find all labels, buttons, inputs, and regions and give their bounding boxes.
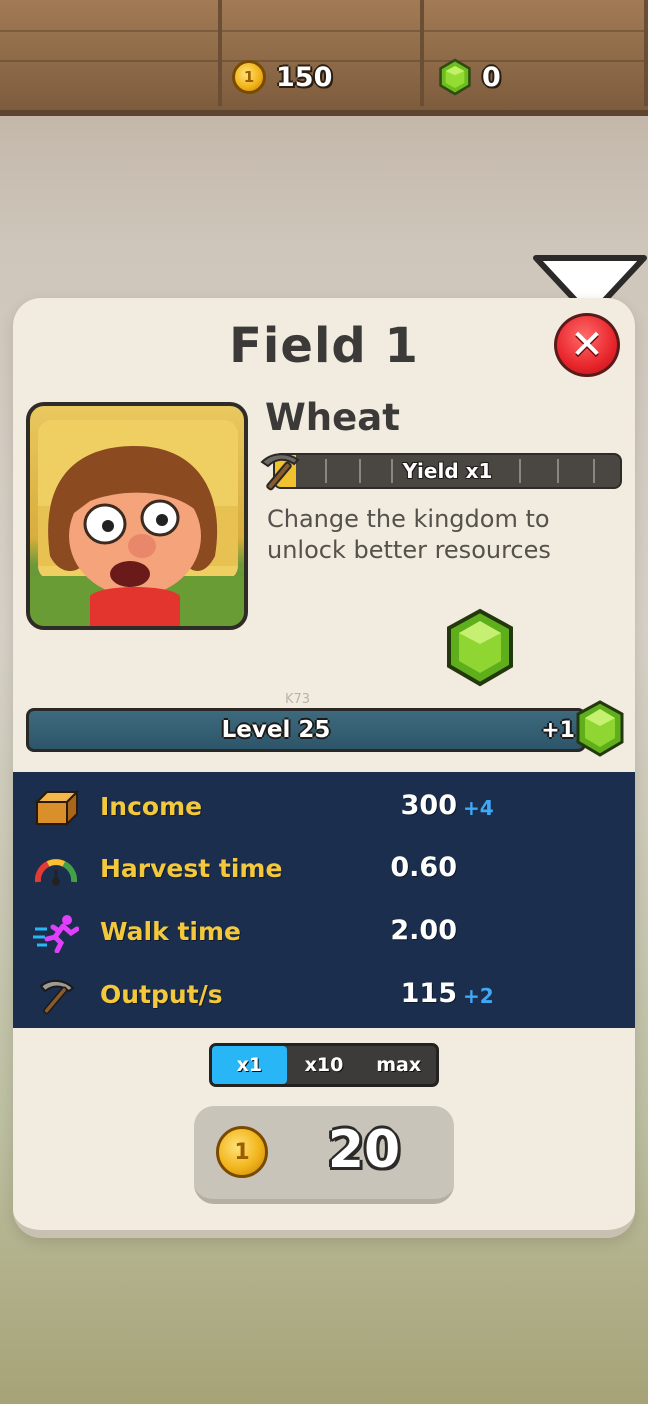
stat-bonus: +4: [463, 796, 494, 820]
pickaxe-icon: [260, 453, 300, 491]
yield-progress-bar: Yield x1: [273, 453, 622, 489]
description-line: unlock better resources: [267, 536, 551, 564]
wood-plank: [0, 0, 222, 106]
level-gem-bonus: +1: [541, 717, 575, 743]
gold-coin-icon: [232, 60, 266, 94]
close-button[interactable]: ✕: [554, 313, 620, 377]
field-info-panel: Field 1 ✕ Wheat Yield x1 Change the king…: [13, 298, 635, 1238]
stat-label: Harvest time: [100, 854, 283, 883]
crop-name: Wheat: [265, 396, 400, 439]
worker-avatar-image: [30, 420, 244, 626]
worker-portrait: [26, 402, 248, 630]
upgrade-buy-button[interactable]: 20: [194, 1106, 454, 1204]
upgrade-multiplier-toggle[interactable]: x1 x10 max: [209, 1043, 439, 1087]
yield-label: Yield x1: [402, 459, 493, 483]
stat-value: 300: [400, 790, 457, 821]
level-progress-bar: Level 25 +1: [26, 708, 586, 752]
green-gem-icon: [439, 58, 471, 96]
crop-description: Change the kingdom to unlock better reso…: [267, 504, 607, 566]
green-gem-icon: [447, 608, 513, 687]
level-label: Level 25: [221, 717, 331, 743]
stat-label: Income: [100, 792, 203, 821]
gauge-icon: [34, 859, 78, 886]
stat-row-walk-time: Walk time 2.00: [13, 907, 635, 961]
multiplier-x1-option[interactable]: x1: [212, 1046, 287, 1084]
coin-counter[interactable]: 150: [232, 56, 332, 98]
panel-title: Field 1: [229, 318, 419, 374]
stats-panel: Income 300 +4 Harvest time 0.60 Walk tim…: [13, 772, 635, 1028]
wood-crate-icon: [34, 789, 79, 827]
gold-coin-icon: [216, 1126, 268, 1178]
coin-count: 150: [276, 61, 333, 93]
multiplier-x10-option[interactable]: x10: [287, 1046, 362, 1084]
stat-value: 0.60: [390, 852, 457, 883]
stat-value: 115: [400, 978, 457, 1009]
watermark: K73: [285, 692, 311, 707]
stat-bonus: +2: [463, 984, 494, 1008]
stat-value: 2.00: [390, 915, 457, 946]
running-man-icon: [33, 915, 79, 953]
gem-counter[interactable]: 0: [438, 56, 501, 98]
gem-count: 0: [482, 61, 501, 93]
top-currency-bar: 150 0: [0, 0, 648, 116]
close-x-icon: ✕: [570, 322, 604, 368]
stat-row-output: Output/s 115 +2: [13, 970, 635, 1024]
stat-label: Output/s: [100, 980, 223, 1009]
description-line: Change the kingdom to: [267, 505, 550, 533]
pickaxe-icon: [39, 980, 75, 1015]
stat-label: Walk time: [100, 917, 241, 946]
upgrade-price: 20: [327, 1120, 401, 1180]
stat-row-harvest-time: Harvest time 0.60: [13, 844, 635, 898]
multiplier-max-option[interactable]: max: [361, 1046, 436, 1084]
stat-row-income: Income 300 +4: [13, 782, 635, 836]
green-gem-icon: [576, 700, 624, 757]
